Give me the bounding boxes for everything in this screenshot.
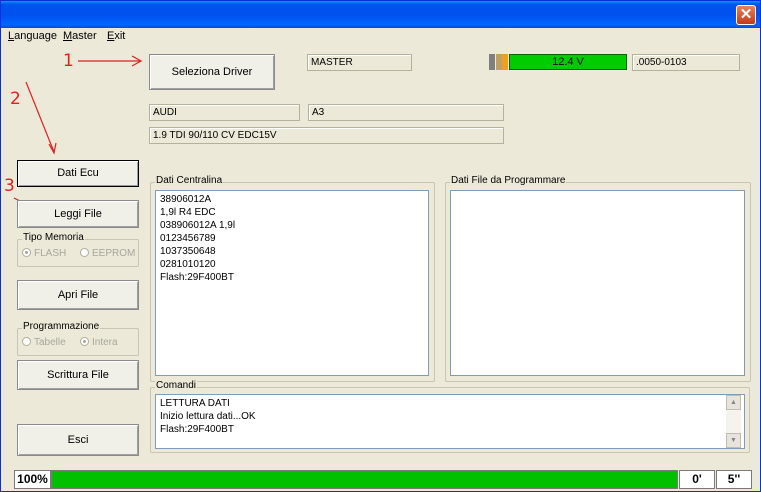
time-seconds: 5'' xyxy=(716,470,752,489)
eeprom-radio[interactable]: EEPROM xyxy=(80,248,135,259)
dati-file-group: Dati File da Programmare xyxy=(445,175,751,382)
list-item: 038906012A 1,9l xyxy=(160,220,236,231)
voltage-segment-gray xyxy=(489,54,495,70)
annotation-number-3: 3 xyxy=(4,176,15,196)
annotation-number-1: 1 xyxy=(63,51,74,71)
app-window: ✕ Language Master Exit 1 2 3 Seleziona D… xyxy=(0,0,761,492)
scroll-up-icon[interactable]: ▲ xyxy=(726,395,741,410)
time-minutes: 0' xyxy=(679,470,715,489)
list-item: 38906012A xyxy=(160,194,212,205)
voltage-value: 12.4 V xyxy=(509,54,627,70)
dati-ecu-button[interactable]: Dati Ecu xyxy=(17,160,139,187)
menu-master[interactable]: Master xyxy=(63,30,97,42)
version-field: .0050-0103 xyxy=(632,54,740,71)
select-driver-button[interactable]: Seleziona Driver xyxy=(149,54,275,90)
radio-unselected-icon xyxy=(22,337,31,346)
menu-language[interactable]: Language xyxy=(8,30,57,42)
scrittura-file-button[interactable]: Scrittura File xyxy=(17,360,139,390)
tipo-memoria-label: Tipo Memoria xyxy=(22,232,85,243)
menu-bar: Language Master Exit xyxy=(4,28,758,46)
tipo-memoria-group: Tipo Memoria FLASH EEPROM xyxy=(17,232,139,267)
programmazione-label: Programmazione xyxy=(22,321,101,332)
close-button[interactable]: ✕ xyxy=(736,5,756,25)
log-line: LETTURA DATI xyxy=(160,398,230,409)
make-field: AUDI xyxy=(149,104,300,121)
dati-centralina-group: Dati Centralina 38906012A 1,9l R4 EDC 03… xyxy=(150,175,435,382)
intera-radio[interactable]: Intera xyxy=(80,337,118,348)
list-item: 0123456789 xyxy=(160,233,216,244)
dati-file-label: Dati File da Programmare xyxy=(450,175,567,186)
voltage-indicator: 12.4 V xyxy=(489,54,627,70)
master-field: MASTER xyxy=(307,54,412,71)
progress-bar xyxy=(51,470,678,489)
radio-selected-icon xyxy=(80,337,89,346)
engine-field: 1.9 TDI 90/110 CV EDC15V xyxy=(149,127,504,144)
progress-percent: 100% xyxy=(14,470,51,489)
list-item: Flash:29F400BT xyxy=(160,272,234,283)
radio-unselected-icon xyxy=(80,248,89,257)
client-area: Language Master Exit 1 2 3 Seleziona Dri… xyxy=(4,28,758,490)
title-bar[interactable]: ✕ xyxy=(1,1,760,28)
esci-button[interactable]: Esci xyxy=(17,424,139,456)
voltage-segment-orange xyxy=(502,54,508,70)
log-line: Flash:29F400BT xyxy=(160,424,234,435)
flash-radio[interactable]: FLASH xyxy=(22,248,66,259)
list-item: 1,9l R4 EDC xyxy=(160,207,216,218)
menu-exit[interactable]: Exit xyxy=(107,30,125,42)
programmazione-group: Programmazione Tabelle Intera xyxy=(17,321,139,356)
annotation-arrow-2 xyxy=(25,81,57,155)
list-item: 1037350648 xyxy=(160,246,216,257)
comandi-log[interactable]: LETTURA DATI Inizio lettura dati...OK Fl… xyxy=(155,394,745,449)
annotation-number-2: 2 xyxy=(10,89,21,109)
comandi-scrollbar[interactable]: ▲ ▼ xyxy=(726,395,741,448)
radio-selected-icon xyxy=(22,248,31,257)
list-item: 0281010120 xyxy=(160,259,216,270)
tabelle-radio[interactable]: Tabelle xyxy=(22,337,66,348)
comandi-group: Comandi LETTURA DATI Inizio lettura dati… xyxy=(150,380,750,453)
annotation-arrow-1 xyxy=(78,55,143,67)
dati-centralina-label: Dati Centralina xyxy=(155,175,224,186)
leggi-file-button[interactable]: Leggi File xyxy=(17,200,139,228)
comandi-label: Comandi xyxy=(155,380,198,391)
dati-centralina-list[interactable]: 38906012A 1,9l R4 EDC 038906012A 1,9l 01… xyxy=(155,190,429,376)
log-line: Inizio lettura dati...OK xyxy=(160,411,256,422)
model-field: A3 xyxy=(308,104,504,121)
scroll-down-icon[interactable]: ▼ xyxy=(726,433,741,448)
progress-fill xyxy=(52,471,677,488)
apri-file-button[interactable]: Apri File xyxy=(17,280,139,310)
dati-file-list[interactable] xyxy=(450,190,745,376)
